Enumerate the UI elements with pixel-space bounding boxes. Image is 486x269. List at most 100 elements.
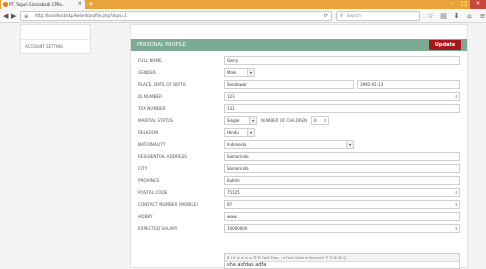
stepper-icon[interactable]: ⇕ [455,189,458,196]
panel-header: PERSONAL PROFILE Update [131,39,467,51]
hobby-row: HOBBY www [131,212,467,223]
postal-input[interactable]: 75125 ⇕ [224,188,460,197]
full-name-input[interactable]: Gerry [224,56,460,65]
chevron-down-icon: ▾ [247,129,254,136]
url-text: http://localhost/skp/kelord/profile.php?… [35,13,128,18]
stepper-icon[interactable]: ⇕ [455,225,458,232]
sidebar-divider [21,39,90,40]
back-icon[interactable]: ◀ [3,11,8,21]
birth-row: PLACE, DATE OF BIRTH Sendawar 1992-01-13 [131,80,467,91]
marital-select[interactable]: Single ▾ [224,116,257,125]
forward-icon[interactable]: ▶ [11,11,16,21]
nationality-row: NATIONALITY Indonesia ▾ [131,140,467,151]
browser-navbar: ◀ ▶ ⊕ http://localhost/skp/kelord/profil… [0,9,486,23]
contact-label: CONTACT NUMBER (MOBILE) [138,202,199,207]
birth-date-input[interactable]: 1992-01-13 [357,80,460,89]
postal-row: POSTAL CODE 75125 ⇕ [131,188,467,199]
address-label: RESIDENTIAL ADDRESS [138,154,187,159]
birth-label: PLACE, DATE OF BIRTH [138,82,186,87]
full-name-label: FULL NAME [138,58,162,63]
marital-label: MARITAL STATUS [138,118,174,123]
full-name-row: FULL NAME Gerry [131,56,467,67]
browser-tab[interactable]: PT. Teguh Sinarabadi CPRo... × [1,0,85,9]
religion-select[interactable]: Hindu ▾ [224,128,255,137]
update-button[interactable]: Update [429,40,461,50]
minimize-button[interactable]: – [446,0,458,9]
hobby-input[interactable]: www [224,212,460,221]
salary-value: 10000000 [227,226,248,231]
toolbar-icons: ☆ ▤ ⬇ ⌂ ≡ [426,11,486,21]
address-row: RESIDENTIAL ADDRESS Samarinda [131,152,467,163]
close-window-button[interactable]: × [470,0,486,9]
nationality-select[interactable]: Indonesia ▾ [224,140,354,149]
profile-panel: PERSONAL PROFILE Update FULL NAME Gerry … [130,24,468,269]
contact-row: CONTACT NUMBER (MOBILE) 97 ⇕ [131,200,467,211]
children-value: 0 [314,118,317,123]
salary-input[interactable]: 10000000 ⇕ [224,224,460,233]
tab-close-icon[interactable]: × [78,0,82,9]
stepper-icon[interactable]: ⇕ [455,201,458,208]
stepper-icon[interactable]: ⇕ [455,93,458,100]
editor-toolbar[interactable]: B I U ≡ ≡ ≡ ≡ ☰ ☰ Font Fam… ▾ Font Sizes… [225,254,459,262]
province-input[interactable]: Kaltim [224,176,460,185]
chevron-down-icon: ▾ [249,117,256,124]
download-icon[interactable]: ⬇ [452,11,461,21]
birth-place-input[interactable]: Sendawar [224,80,354,89]
search-bar[interactable]: ⚲ Search [336,11,420,21]
id-number-row: ID NUMBER 123 ⇕ [131,92,467,103]
tax-number-row: TAX NUMBER 131 [131,104,467,115]
religion-value: Hindu [227,130,239,135]
window-controls: – □ × [446,0,486,9]
search-icon: ⚲ [340,13,344,19]
reload-icon[interactable]: ⟳ [324,12,328,20]
bookmark-star-icon[interactable]: ☆ [426,11,435,21]
province-row: PROVINCE Kaltim [131,176,467,187]
new-tab-button[interactable]: + [88,0,94,8]
globe-icon: ⊕ [24,14,29,20]
postal-value: 75125 [227,190,240,195]
hobby-label: HOBBY [138,214,153,219]
chevron-down-icon: ▾ [346,141,353,148]
tax-number-label: TAX NUMBER [138,106,166,111]
bookmarks-menu-icon[interactable]: ▤ [439,11,448,21]
salary-label: EXPECTED SALARY [138,226,178,231]
gender-label: GENDER [138,70,156,75]
sidebar: ACCOUNT SETTING [20,24,91,54]
gender-select[interactable]: Male ▾ [224,68,255,77]
id-number-label: ID NUMBER [138,94,163,99]
chevron-down-icon: ▾ [247,69,254,76]
browser-titlebar: PT. Teguh Sinarabadi CPRo... × + – □ × [0,0,486,9]
stepper-icon[interactable]: ⇕ [324,117,327,124]
gender-row: GENDER Male ▾ [131,68,467,79]
nationality-label: NATIONALITY [138,142,166,147]
city-label: CITY [138,166,148,171]
home-icon[interactable]: ⌂ [465,11,474,21]
religion-label: RELIGION [138,130,159,135]
salary-row: EXPECTED SALARY 10000000 ⇕ [131,224,467,235]
menu-icon[interactable]: ≡ [478,11,486,21]
maximize-button[interactable]: □ [458,0,470,9]
city-input[interactable]: Samarinda [224,164,460,173]
favicon-icon [3,2,8,7]
religion-row: RELIGION Hindu ▾ [131,128,467,139]
city-row: CITY Samarinda [131,164,467,175]
address-bar[interactable]: ⊕ http://localhost/skp/kelord/profile.ph… [20,11,332,21]
tab-title: PT. Teguh Sinarabadi CPRo... [9,2,66,7]
contact-input[interactable]: 97 ⇕ [224,200,460,209]
children-label: NUMBER OF CHILDREN [261,118,308,123]
gender-value: Male [227,70,237,75]
search-placeholder: Search [347,13,361,18]
province-label: PROVINCE [138,178,160,183]
sidebar-item-account-setting[interactable]: ACCOUNT SETTING [25,44,63,49]
nationality-value: Indonesia [227,142,247,147]
rich-text-editor[interactable]: B I U ≡ ≡ ≡ ≡ ☰ ☰ Font Fam… ▾ Font Sizes… [224,253,460,269]
id-number-value: 123 [227,94,235,99]
address-input[interactable]: Samarinda [224,152,460,161]
tax-number-input[interactable]: 131 [224,104,460,113]
contact-value: 97 [227,202,233,207]
postal-label: POSTAL CODE [138,190,168,195]
children-input[interactable]: 0 ⇕ [311,116,329,125]
id-number-input[interactable]: 123 ⇕ [224,92,460,101]
marital-value: Single [227,118,240,123]
marital-row: MARITAL STATUS Single ▾ NUMBER OF CHILDR… [131,116,467,127]
